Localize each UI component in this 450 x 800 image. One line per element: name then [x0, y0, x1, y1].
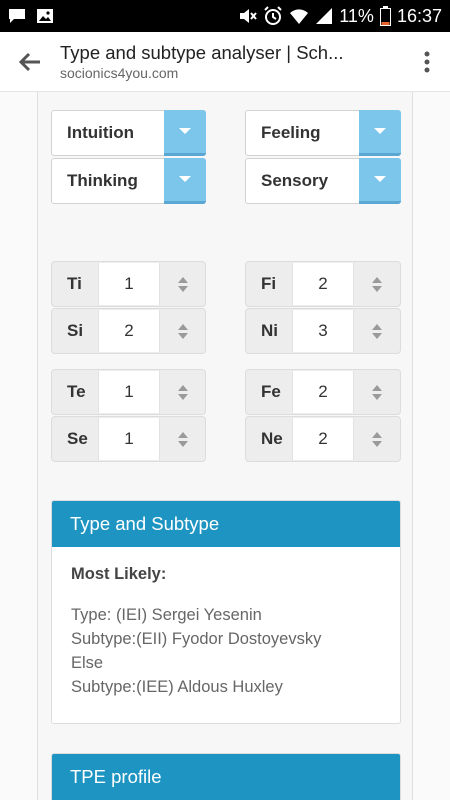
- status-bar: 11% 16:37: [0, 0, 450, 32]
- result-line: Type: (IEI) Sergei Yesenin: [71, 606, 262, 624]
- spinner-arrows[interactable]: [354, 384, 400, 400]
- select-intuition[interactable]: Intuition: [51, 109, 206, 156]
- clock: 16:37: [396, 5, 442, 26]
- chat-icon: [8, 8, 26, 24]
- down-arrow-icon: [177, 285, 188, 292]
- up-arrow-icon: [177, 384, 188, 391]
- function-value-input[interactable]: 1: [98, 263, 160, 305]
- chevron-down-icon: [374, 128, 386, 134]
- chevron-down-icon: [374, 176, 386, 182]
- select-feeling[interactable]: Feeling: [245, 109, 401, 156]
- down-arrow-icon: [177, 332, 188, 339]
- stepper-fi[interactable]: Fi 2: [245, 261, 401, 307]
- down-arrow-icon: [372, 393, 382, 400]
- function-label: Ti: [67, 274, 82, 293]
- dropdown-button[interactable]: [164, 109, 206, 156]
- select-thinking[interactable]: Thinking: [51, 157, 206, 204]
- stepper-te[interactable]: Te 1: [51, 369, 206, 415]
- up-arrow-icon: [177, 431, 188, 438]
- down-arrow-icon: [372, 440, 382, 447]
- function-label: Fi: [261, 274, 277, 293]
- browser-toolbar: Type and subtype analyser | Sch... socio…: [0, 32, 450, 92]
- function-value-input[interactable]: 2: [98, 310, 160, 352]
- spinner-arrows[interactable]: [354, 431, 400, 447]
- page-content: Intuition Thinking Feeling Sensory Ti 1 …: [37, 92, 413, 800]
- up-arrow-icon: [177, 323, 188, 330]
- spinner-arrows[interactable]: [160, 431, 205, 447]
- function-label: Se: [67, 429, 88, 448]
- function-label: Ni: [261, 321, 278, 340]
- spinner-arrows[interactable]: [354, 276, 400, 292]
- spinner-arrows[interactable]: [160, 323, 205, 339]
- function-value-input[interactable]: 1: [98, 371, 160, 413]
- up-arrow-icon: [372, 276, 382, 283]
- function-value-input[interactable]: 1: [98, 418, 160, 460]
- panel-body: Most Likely: Type: (IEI) Sergei Yesenin …: [52, 547, 400, 715]
- chevron-down-icon: [179, 128, 191, 134]
- battery-icon: [379, 6, 391, 26]
- select-label: Intuition: [67, 123, 135, 142]
- image-icon: [36, 8, 54, 24]
- dropdown-button[interactable]: [359, 109, 401, 156]
- function-value-input[interactable]: 3: [292, 310, 354, 352]
- function-value-input[interactable]: 2: [292, 263, 354, 305]
- dropdown-button[interactable]: [359, 157, 401, 204]
- result-line: Else: [71, 654, 104, 672]
- up-arrow-icon: [372, 323, 382, 330]
- title-area[interactable]: Type and subtype analyser | Sch... socio…: [60, 42, 404, 82]
- back-button[interactable]: [0, 32, 60, 92]
- battery-percent: 11%: [339, 5, 374, 26]
- up-arrow-icon: [372, 384, 382, 391]
- stepper-ti[interactable]: Ti 1: [51, 261, 206, 307]
- function-label: Te: [67, 382, 86, 401]
- stepper-si[interactable]: Si 2: [51, 308, 206, 354]
- function-value-input[interactable]: 2: [292, 418, 354, 460]
- down-arrow-icon: [372, 332, 382, 339]
- dropdown-button[interactable]: [164, 157, 206, 204]
- overflow-menu-button[interactable]: [404, 32, 450, 92]
- spinner-arrows[interactable]: [160, 276, 205, 292]
- select-label: Thinking: [67, 171, 138, 190]
- more-vert-icon: [424, 51, 430, 72]
- type-subtype-panel: Type and Subtype Most Likely: Type: (IEI…: [51, 500, 401, 724]
- result-line: Subtype:(EII) Fyodor Dostoyevsky: [71, 630, 322, 648]
- up-arrow-icon: [177, 276, 188, 283]
- function-label: Ne: [261, 429, 283, 448]
- down-arrow-icon: [177, 393, 188, 400]
- function-label: Si: [67, 321, 84, 340]
- mute-icon: [237, 7, 258, 25]
- page-url: socionics4you.com: [60, 64, 179, 81]
- select-label: Sensory: [261, 171, 329, 190]
- result-line: Subtype:(IEE) Aldous Huxley: [71, 678, 283, 696]
- wifi-icon: [289, 7, 309, 25]
- chevron-down-icon: [179, 176, 191, 182]
- down-arrow-icon: [372, 285, 382, 292]
- up-arrow-icon: [372, 431, 382, 438]
- stepper-fe[interactable]: Fe 2: [245, 369, 401, 415]
- alarm-icon: [263, 6, 283, 26]
- stepper-se[interactable]: Se 1: [51, 416, 206, 462]
- most-likely-label: Most Likely:: [71, 565, 167, 583]
- down-arrow-icon: [177, 440, 188, 447]
- panel-header: TPE profile: [52, 754, 400, 800]
- spinner-arrows[interactable]: [354, 323, 400, 339]
- stepper-ni[interactable]: Ni 3: [245, 308, 401, 354]
- page-title: Type and subtype analyser | Sch...: [60, 41, 344, 63]
- arrow-left-icon: [18, 52, 40, 71]
- stepper-ne[interactable]: Ne 2: [245, 416, 401, 462]
- signal-icon: [315, 7, 333, 25]
- tpe-profile-panel: TPE profile: [51, 753, 401, 800]
- select-sensory[interactable]: Sensory: [245, 157, 401, 204]
- function-value-input[interactable]: 2: [292, 371, 354, 413]
- spinner-arrows[interactable]: [160, 384, 205, 400]
- select-label: Feeling: [261, 123, 321, 142]
- function-label: Fe: [261, 382, 281, 401]
- panel-header: Type and Subtype: [52, 501, 400, 547]
